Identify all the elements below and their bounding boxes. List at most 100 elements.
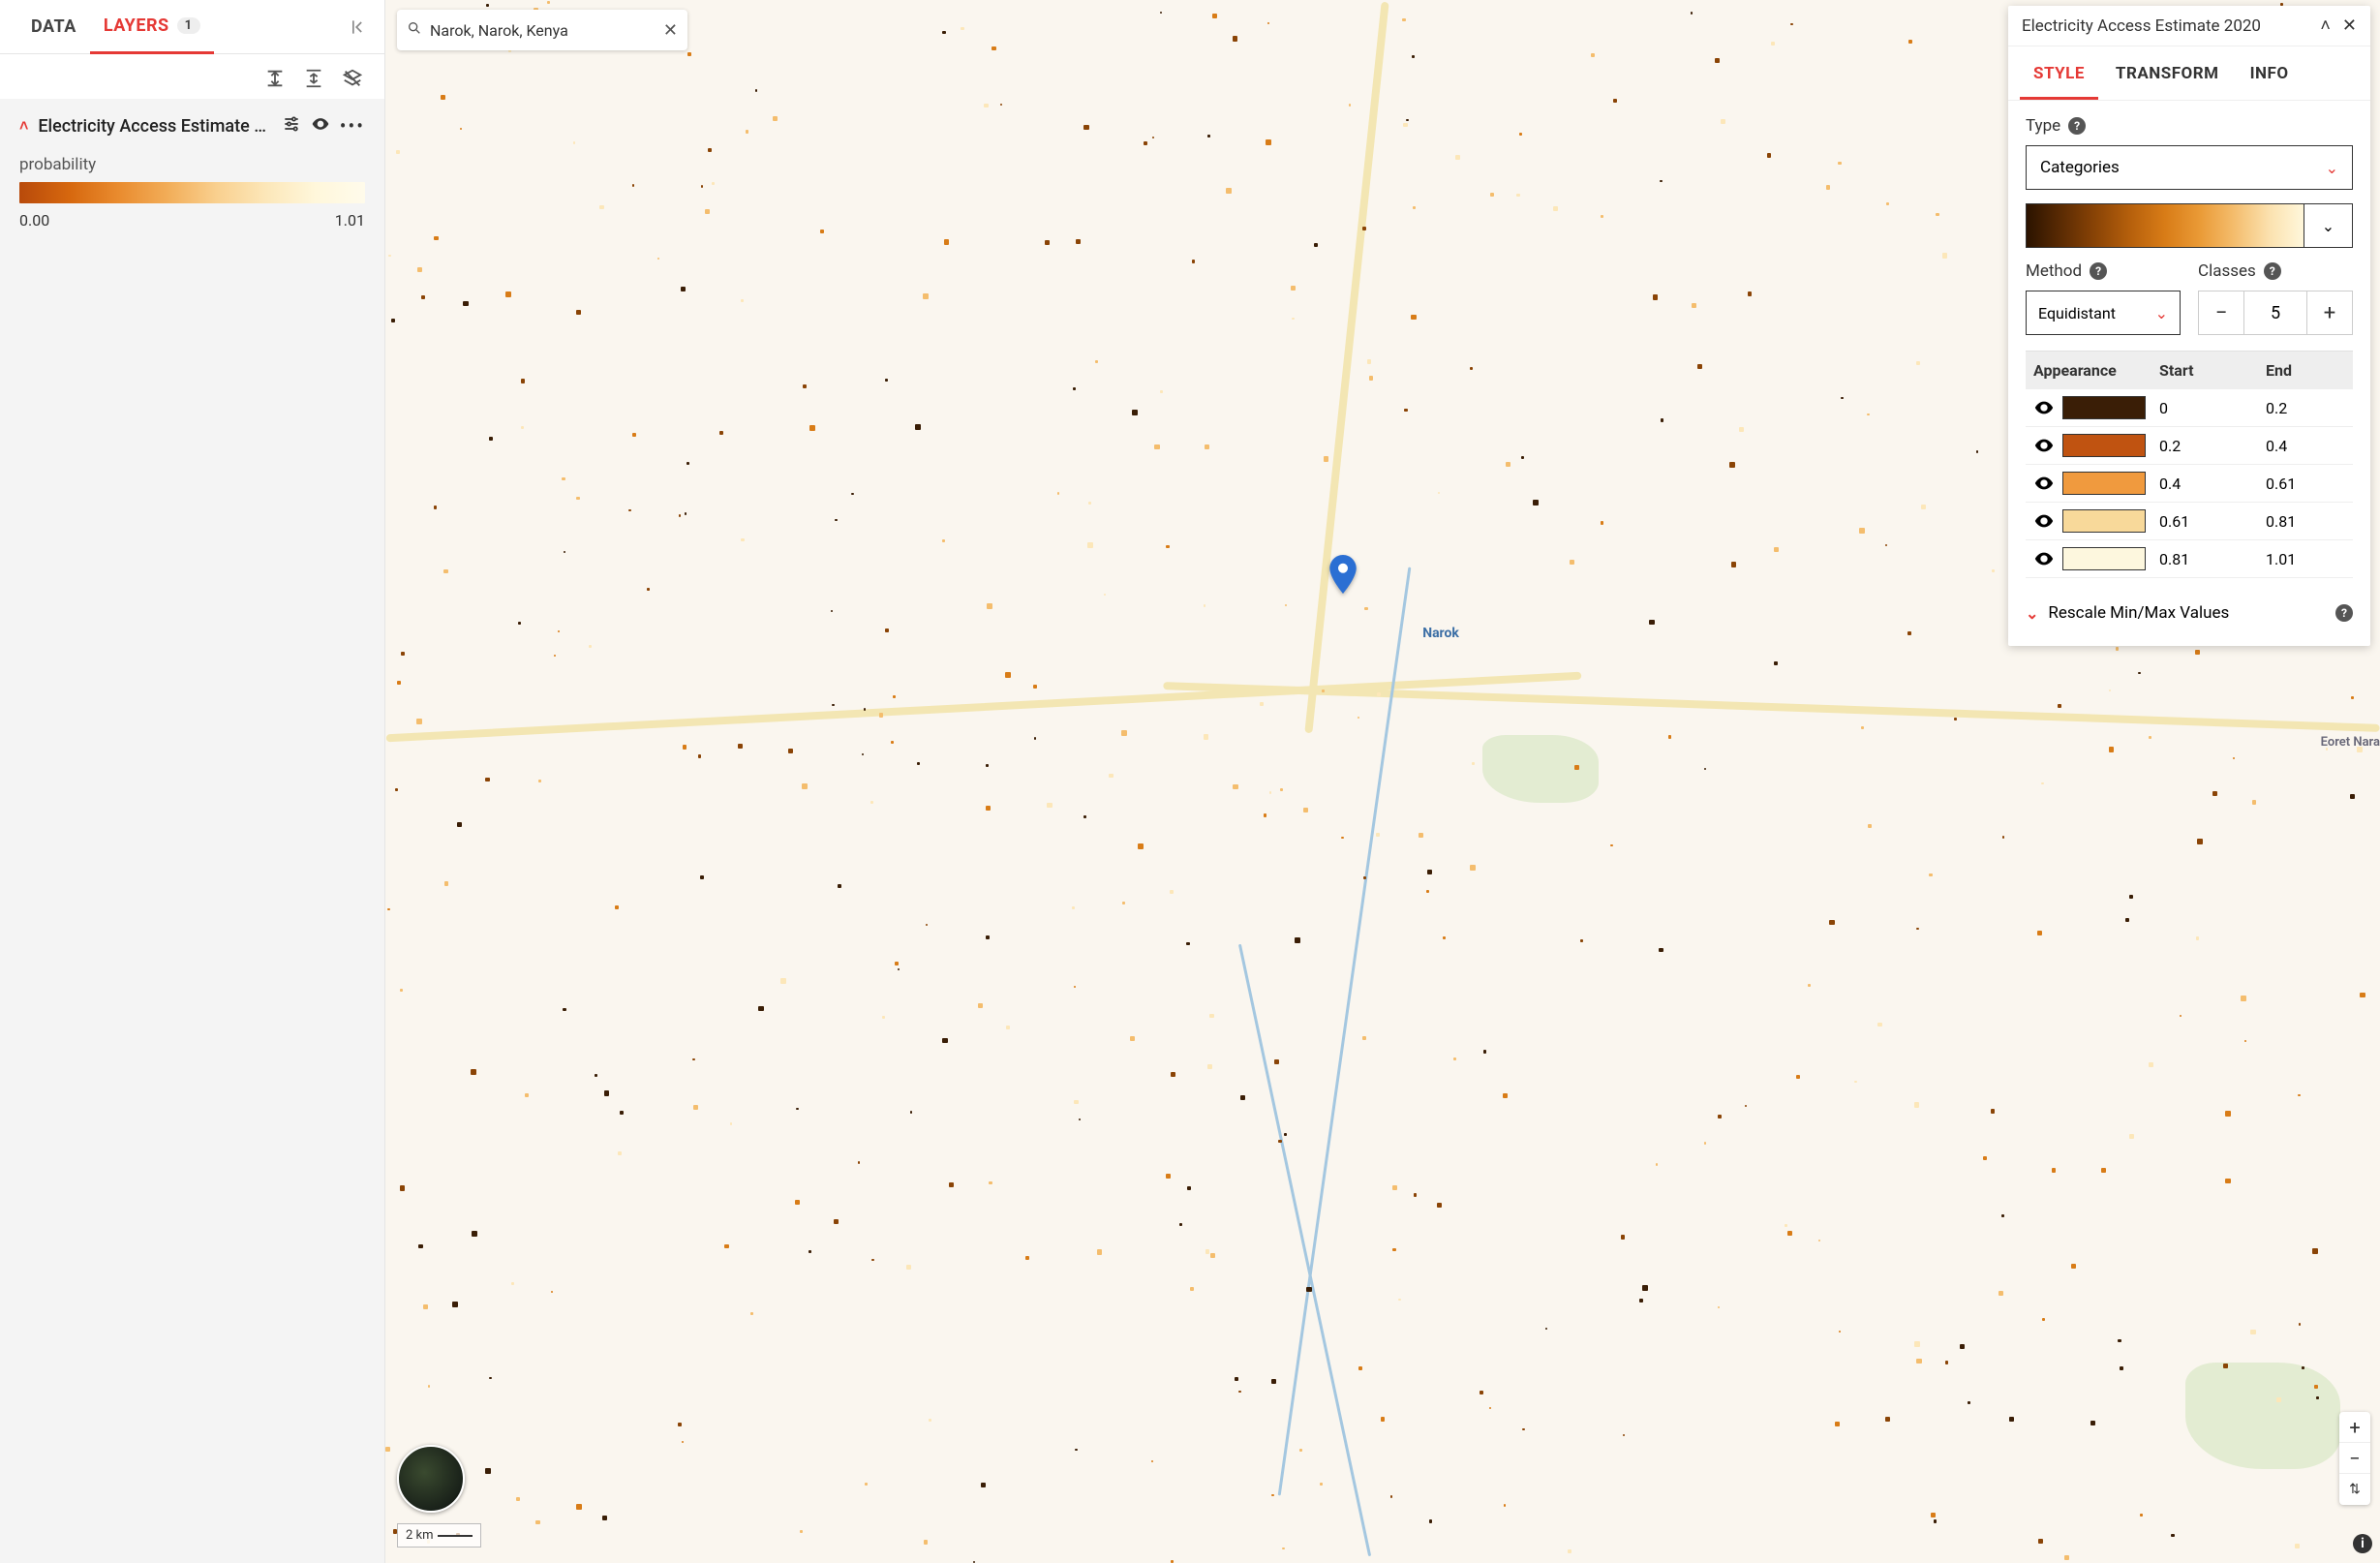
- layer-visibility-toggle[interactable]: [311, 114, 330, 138]
- data-point: [395, 788, 398, 791]
- data-point: [1960, 1344, 1965, 1349]
- tab-transform[interactable]: TRANSFORM: [2102, 46, 2233, 100]
- collapse-sidebar-button[interactable]: [348, 17, 367, 37]
- data-point: [1152, 137, 1155, 139]
- data-point: [820, 230, 824, 233]
- data-point: [1278, 1140, 1281, 1143]
- data-point: [926, 924, 928, 926]
- data-point: [551, 1291, 553, 1293]
- classes-decrement-button[interactable]: −: [2199, 291, 2243, 334]
- layer-collapse-toggle[interactable]: ˄: [19, 116, 28, 136]
- rescale-accordion[interactable]: ⌄ Rescale Min/Max Values ?: [2026, 603, 2353, 627]
- data-point: [421, 295, 425, 299]
- class-end[interactable]: 0.4: [2266, 437, 2345, 455]
- zoom-out-button[interactable]: −: [2339, 1443, 2370, 1474]
- collapse-layers-button[interactable]: [303, 68, 324, 89]
- class-start[interactable]: 0.2: [2159, 437, 2266, 455]
- data-point: [712, 182, 716, 186]
- data-point: [944, 239, 949, 244]
- method-select[interactable]: Equidistant ⌄: [2026, 291, 2181, 335]
- class-start[interactable]: 0.81: [2159, 550, 2266, 568]
- class-end[interactable]: 1.01: [2266, 550, 2345, 568]
- class-color-swatch[interactable]: [2062, 547, 2146, 570]
- data-point: [1877, 1023, 1881, 1027]
- class-start[interactable]: 0.61: [2159, 512, 2266, 531]
- data-point: [1122, 902, 1125, 904]
- method-label: Method: [2026, 261, 2082, 281]
- data-point: [2129, 1134, 2134, 1139]
- type-select[interactable]: Categories ⌄: [2026, 145, 2353, 190]
- data-point: [428, 1385, 430, 1387]
- tab-data[interactable]: DATA: [17, 0, 90, 54]
- legend-label: probability: [19, 155, 365, 174]
- reset-north-button[interactable]: ⇅: [2339, 1474, 2370, 1505]
- class-visibility-toggle[interactable]: [2033, 397, 2055, 418]
- class-end[interactable]: 0.61: [2266, 475, 2345, 493]
- class-color-swatch[interactable]: [2062, 472, 2146, 495]
- data-point: [1226, 188, 1232, 194]
- data-point: [2071, 1264, 2076, 1269]
- data-point: [401, 652, 405, 656]
- data-point: [1377, 692, 1381, 696]
- type-help-button[interactable]: ?: [2068, 117, 2086, 135]
- class-visibility-toggle[interactable]: [2033, 510, 2055, 532]
- legend-color-bar: [19, 182, 365, 203]
- class-end[interactable]: 0.81: [2266, 512, 2345, 531]
- class-start[interactable]: 0.4: [2159, 475, 2266, 493]
- map-marker[interactable]: [1328, 555, 1358, 594]
- map-search-input[interactable]: [430, 21, 656, 40]
- data-point: [562, 477, 565, 481]
- class-start[interactable]: 0: [2159, 399, 2266, 417]
- data-point: [724, 1244, 728, 1248]
- data-point: [1936, 213, 1939, 217]
- classes-help-button[interactable]: ?: [2264, 262, 2281, 280]
- data-point: [1653, 294, 1659, 300]
- rescale-help-button[interactable]: ?: [2335, 604, 2353, 622]
- class-color-swatch[interactable]: [2062, 509, 2146, 533]
- class-visibility-toggle[interactable]: [2033, 473, 2055, 494]
- data-point: [1033, 685, 1037, 689]
- clear-search-button[interactable]: ✕: [663, 20, 678, 41]
- layer-more-button[interactable]: •••: [340, 114, 365, 138]
- basemap-switcher[interactable]: [397, 1445, 465, 1513]
- data-point: [2140, 1514, 2143, 1517]
- data-point: [961, 27, 963, 30]
- layer-settings-button[interactable]: [282, 114, 301, 138]
- data-point: [460, 128, 462, 130]
- data-point: [893, 695, 896, 698]
- zoom-in-button[interactable]: +: [2339, 1412, 2370, 1443]
- tab-layers[interactable]: LAYERS 1: [90, 0, 214, 54]
- panel-close-button[interactable]: ✕: [2342, 15, 2357, 36]
- data-point: [2244, 1040, 2246, 1042]
- expand-layers-button[interactable]: [264, 68, 286, 89]
- map-search-bar: ✕: [397, 10, 687, 50]
- color-ramp-select[interactable]: ⌄: [2304, 204, 2352, 247]
- data-point: [1718, 1115, 1722, 1119]
- class-visibility-toggle[interactable]: [2033, 435, 2055, 456]
- tab-info[interactable]: INFO: [2237, 46, 2303, 100]
- data-point: [1349, 104, 1351, 106]
- data-point: [1209, 1014, 1213, 1018]
- classes-increment-button[interactable]: +: [2307, 291, 2352, 334]
- data-point: [1613, 99, 1618, 104]
- data-point: [1787, 1231, 1793, 1237]
- toggle-all-layers-button[interactable]: [342, 68, 363, 89]
- data-point: [2350, 794, 2355, 799]
- data-point: [1715, 58, 1720, 63]
- class-visibility-toggle[interactable]: [2033, 548, 2055, 569]
- class-color-swatch[interactable]: [2062, 396, 2146, 419]
- attribution-button[interactable]: i: [2353, 1534, 2372, 1553]
- class-color-swatch[interactable]: [2062, 434, 2146, 457]
- col-appearance: Appearance: [2033, 361, 2159, 380]
- data-point: [400, 989, 403, 992]
- method-help-button[interactable]: ?: [2090, 262, 2107, 280]
- class-row: 00.2: [2026, 389, 2353, 427]
- data-point: [1075, 1449, 1077, 1451]
- tab-style[interactable]: STYLE: [2020, 46, 2098, 100]
- panel-collapse-button[interactable]: ˄: [2320, 15, 2331, 36]
- data-point: [1358, 1366, 1362, 1370]
- data-point: [1324, 456, 1329, 462]
- data-point: [1601, 521, 1603, 524]
- map-canvas[interactable]: ✕ Narok Eoret Nara 2 km + − ⇅ i Electric…: [385, 0, 2380, 1563]
- class-end[interactable]: 0.2: [2266, 399, 2345, 417]
